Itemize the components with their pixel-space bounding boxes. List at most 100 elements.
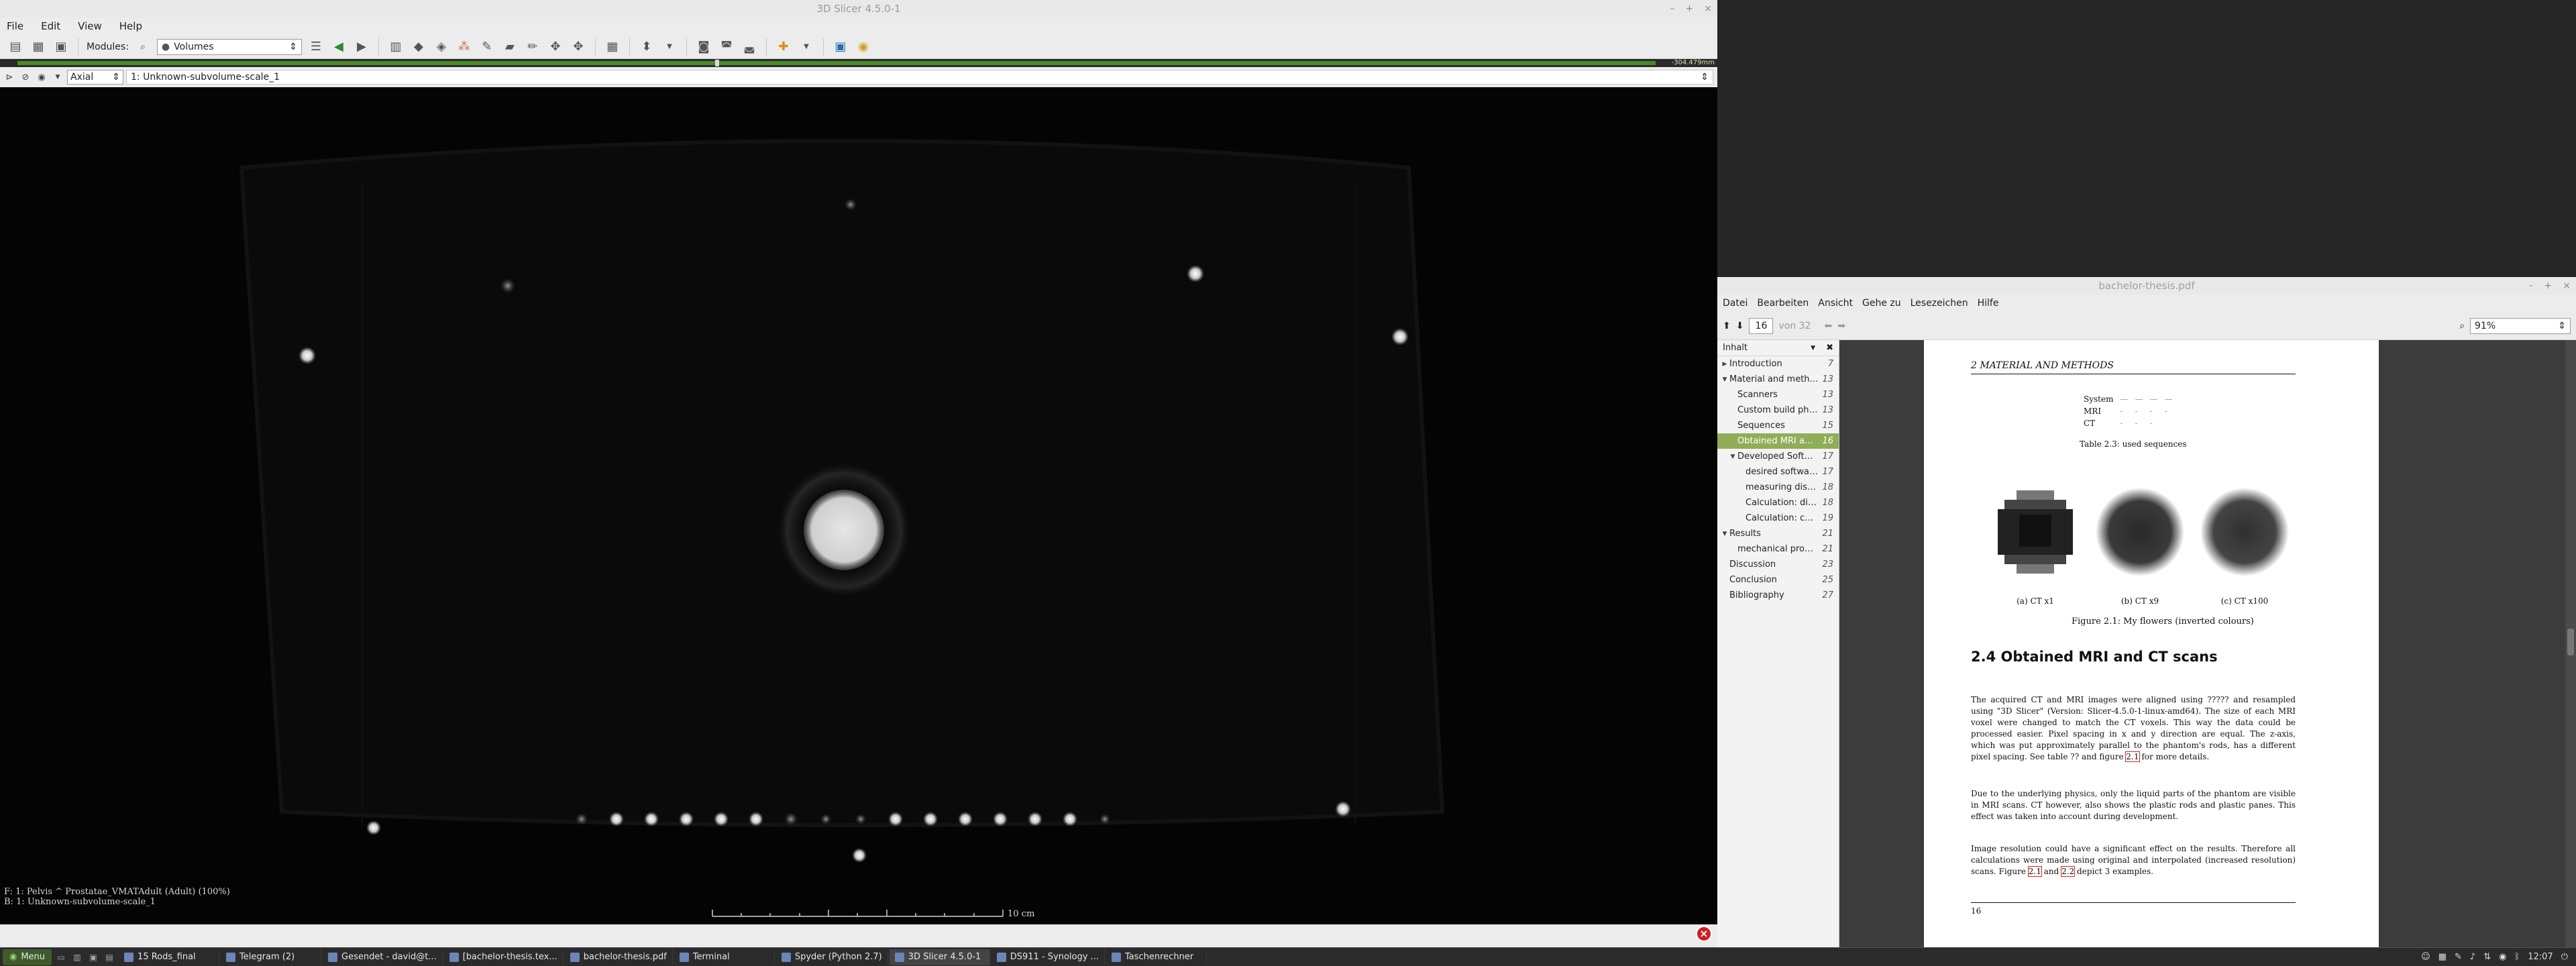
taskbar-item[interactable]: 3D Slicer 4.5.0-1 <box>889 949 990 965</box>
pdf-scrollbar[interactable] <box>2565 340 2576 947</box>
figure-reference-link[interactable]: 2.1 <box>2125 751 2140 762</box>
transforms-module-icon[interactable]: ⁂ <box>455 38 473 56</box>
slice-offset-slider[interactable]: -304.479mm <box>0 59 1717 67</box>
history-forward-icon[interactable]: ➡ <box>1837 321 1845 331</box>
close-icon[interactable]: × <box>1704 0 1712 17</box>
toc-item[interactable]: Scanners 13 <box>1717 387 1839 402</box>
expanded-arrow-icon[interactable]: ▼ <box>1720 531 1729 537</box>
minimize-icon[interactable]: – <box>1670 0 1675 17</box>
expanded-arrow-icon[interactable]: ▼ <box>1720 376 1729 383</box>
menu-bearbeiten[interactable]: Bearbeiten <box>1757 298 1809 309</box>
modules-select[interactable]: ● Volumes ⇕ <box>156 38 302 55</box>
clock[interactable]: 12:07 <box>2528 952 2553 962</box>
start-menu-button[interactable]: ◉ Menu <box>3 949 52 965</box>
page-number-input[interactable]: 16 <box>1749 317 1774 334</box>
toc-item[interactable]: Obtained MRI and C...16 <box>1717 433 1839 449</box>
forward-arrow-icon[interactable]: ▶ <box>353 38 370 56</box>
figure-reference-link[interactable]: 2.1 <box>2027 866 2042 877</box>
menu-view[interactable]: View <box>78 20 102 32</box>
volume-select[interactable]: 1: Unknown-subvolume-scale_1 ⇕ <box>126 70 1713 85</box>
volume-icon[interactable]: ♪ <box>2470 952 2475 962</box>
menu-edit[interactable]: Edit <box>41 20 60 32</box>
layout-icon[interactable]: ▦ <box>604 38 621 56</box>
extension-icon[interactable]: ✥ <box>547 38 564 56</box>
bluetooth-icon[interactable]: ᛒ <box>2514 952 2520 962</box>
save-icon[interactable]: ▣ <box>52 38 70 56</box>
toc-item[interactable]: Discussion 23 <box>1717 557 1839 572</box>
toc-item[interactable]: Conclusion 25 <box>1717 572 1839 588</box>
menu-ansicht[interactable]: Ansicht <box>1818 298 1853 309</box>
scrollbar-thumb[interactable] <box>2567 629 2574 655</box>
toc-item[interactable]: ▶ Introduction 7 <box>1717 356 1839 372</box>
orientation-select[interactable]: Axial ⇕ <box>67 70 123 85</box>
toc-item[interactable]: ▼Developed Softwar...17 <box>1717 449 1839 464</box>
user-icon[interactable]: ☺ <box>2421 952 2430 962</box>
data-module-icon[interactable]: ▥ <box>387 38 405 56</box>
taskbar-item[interactable]: Spyder (Python 2.7) <box>776 949 888 965</box>
toc-item[interactable]: Bibliography 27 <box>1717 588 1839 603</box>
taskbar-item[interactable]: 15 Rods_final <box>119 949 220 965</box>
visibility-eye-icon[interactable]: ◉ <box>35 70 48 85</box>
extension-manager-icon[interactable]: ✥ <box>570 38 587 56</box>
menu-file[interactable]: File <box>7 20 23 32</box>
collapsed-arrow-icon[interactable]: ▶ <box>1720 361 1729 368</box>
toc-item[interactable]: desired software ...17 <box>1717 464 1839 480</box>
toc-item[interactable]: Calculation: cente...19 <box>1717 511 1839 526</box>
error-log-icon[interactable]: × <box>1696 926 1712 942</box>
axial-slice-view[interactable]: F: 1: Pelvis ^ Prostatae_VMATAdult (Adul… <box>0 87 1717 924</box>
sidebar-header[interactable]: Inhalt ▼ ✖ <box>1717 340 1839 356</box>
previous-page-icon[interactable]: ⬆ <box>1723 321 1731 331</box>
toc-item[interactable]: measuring distort...18 <box>1717 480 1839 495</box>
toc-item[interactable]: ▼ Material and methods 13 <box>1717 372 1839 387</box>
search-icon[interactable]: ⌕ <box>2459 321 2465 331</box>
volumes-module-icon[interactable]: ◆ <box>410 38 427 56</box>
menu-datei[interactable]: Datei <box>1723 298 1748 309</box>
maximize-icon[interactable]: + <box>1686 0 1694 17</box>
network-icon[interactable]: ⇅ <box>2483 952 2491 962</box>
close-icon[interactable]: × <box>2563 277 2571 294</box>
shutdown-icon[interactable]: ⏻ <box>2561 952 2568 962</box>
menu-hilfe[interactable]: Hilfe <box>1978 298 1999 309</box>
chevron-down-icon[interactable]: ▼ <box>798 38 815 56</box>
toc-item[interactable]: mechanical properti...21 <box>1717 541 1839 557</box>
pdf-page-area[interactable]: 2 MATERIAL AND METHODS System — — — — MRI - - - -… <box>1839 340 2576 947</box>
chevron-down-icon[interactable]: ▼ <box>51 70 64 85</box>
clipboard-icon[interactable]: ▦ <box>2438 952 2447 962</box>
python-console-icon[interactable]: ◉ <box>855 38 872 56</box>
terminal-icon[interactable]: ▣ <box>87 951 100 964</box>
maximize-icon[interactable]: + <box>2544 277 2553 294</box>
history-back-icon[interactable]: ⬅ <box>1824 321 1832 331</box>
taskbar-item[interactable]: Terminal <box>674 949 775 965</box>
search-icon[interactable]: ⌕ <box>134 38 152 56</box>
expanded-arrow-icon[interactable]: ▼ <box>1728 453 1737 460</box>
segment-module-icon[interactable]: ✏ <box>524 38 541 56</box>
chevron-down-icon[interactable]: ▼ <box>661 38 678 56</box>
pen-icon[interactable]: ✎ <box>2455 952 2462 962</box>
models-module-icon[interactable]: ◈ <box>433 38 450 56</box>
file-manager-icon[interactable]: ▥ <box>70 951 84 964</box>
minimize-icon[interactable]: – <box>2529 277 2534 294</box>
show-desktop-icon[interactable]: ▭ <box>54 951 68 964</box>
mouse-mode-icon[interactable]: ⬍ <box>638 38 655 56</box>
close-icon[interactable]: ✖ <box>1826 343 1833 353</box>
toc-item[interactable]: Custom build phant...13 <box>1717 402 1839 418</box>
slider-handle[interactable] <box>715 60 719 66</box>
crosshair-icon[interactable]: ✚ <box>775 38 792 56</box>
load-data-icon[interactable]: ▤ <box>7 38 24 56</box>
link-icon[interactable]: ⊘ <box>19 70 32 85</box>
taskbar-item[interactable]: [bachelor-thesis.tex... <box>444 949 564 965</box>
taskbar-item[interactable]: DS911 - Synology ... <box>991 949 1105 965</box>
menu-gehe-zu[interactable]: Gehe zu <box>1862 298 1901 309</box>
extension-wizard-icon[interactable]: ▣ <box>832 38 849 56</box>
toc-item[interactable]: ▼ Results 21 <box>1717 526 1839 541</box>
next-page-icon[interactable]: ⬇ <box>1736 321 1744 331</box>
screenshot-icon[interactable]: ◙ <box>695 38 712 56</box>
scene-restore-icon[interactable]: ◛ <box>741 38 758 56</box>
taskbar-item[interactable]: Taschenrechner <box>1106 949 1207 965</box>
markups-module-icon[interactable]: ✎ <box>478 38 496 56</box>
menu-help[interactable]: Help <box>119 20 142 32</box>
module-list-icon[interactable]: ☰ <box>307 38 325 56</box>
menu-lesezeichen[interactable]: Lesezeichen <box>1911 298 1968 309</box>
update-icon[interactable]: ◉ <box>2499 952 2506 962</box>
pin-icon[interactable]: ⊳ <box>3 70 16 85</box>
